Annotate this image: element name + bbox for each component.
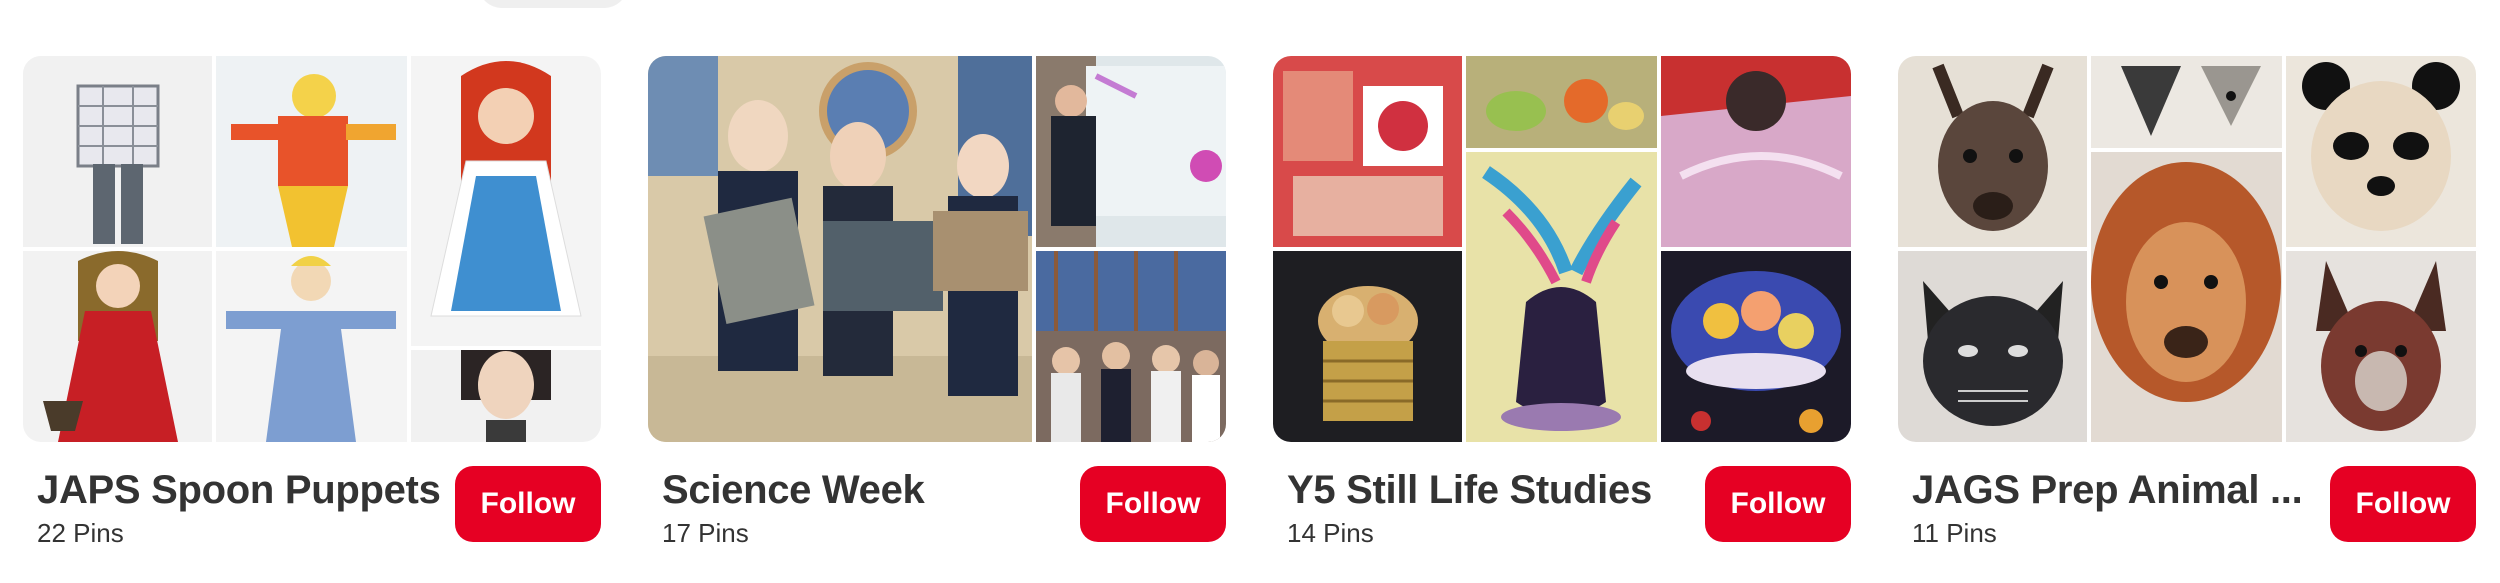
cover-image-students-photos [648,56,1032,442]
follow-button[interactable]: Follow [455,466,601,542]
follow-button[interactable]: Follow [1705,466,1851,542]
cover-image-pastel-cloth [1661,56,1851,247]
cover-image-pastel-bowl [1661,251,1851,442]
board-pin-count: 22 Pins [37,518,124,548]
board-pin-count: 11 Pins [1912,518,1997,548]
board-card-spoon-puppets[interactable]: JAPS Spoon Puppets 22 Pins Follow [23,56,601,552]
cover-image-puppet-red-coat [23,251,212,442]
board-title[interactable]: JAGS Prep Animal ... [1912,468,2303,513]
board-card-still-life[interactable]: Y5 Still Life Studies 14 Pins Follow [1273,56,1851,552]
cover-image-mask-lion [2091,152,2282,442]
follow-button[interactable]: Follow [2330,466,2476,542]
cover-image-puppet-orange [216,56,407,247]
board-pin-count: 17 Pins [662,518,749,548]
cover-image-puppet-blue-dress [411,56,601,346]
cover-image-mask-deer [1898,56,2087,247]
cover-image-mask-panda [2286,56,2476,247]
board-cover-grid[interactable] [648,56,1226,442]
cover-image-pastel-red-pattern [1273,56,1462,247]
board-cover-grid[interactable] [23,56,601,442]
board-cover-grid[interactable] [1898,56,2476,442]
cover-image-lab-group [1036,251,1226,442]
cover-image-puppet-face [411,350,601,442]
board-cover-grid[interactable] [1273,56,1851,442]
board-card-animal-masks[interactable]: JAGS Prep Animal ... 11 Pins Follow [1898,56,2476,552]
cover-image-pastel-fruit [1466,56,1657,148]
top-pill-button[interactable] [478,0,628,8]
cover-image-mask-fox [2286,251,2476,442]
cover-image-pastel-basket [1273,251,1462,442]
board-title[interactable]: JAPS Spoon Puppets [37,468,441,513]
board-title[interactable]: Science Week [662,468,925,513]
board-pin-count: 14 Pins [1287,518,1374,548]
cover-image-mask-cat [1898,251,2087,442]
board-title[interactable]: Y5 Still Life Studies [1287,468,1652,513]
cover-image-pastel-vase [1466,152,1657,442]
board-card-science-week[interactable]: Science Week 17 Pins Follow [648,56,1226,552]
cover-image-puppet-coat [23,56,212,247]
cover-image-lecture [1036,56,1226,247]
follow-button[interactable]: Follow [1080,466,1226,542]
cover-image-mask-wolf [2091,56,2282,148]
cover-image-puppet-blue-tunic [216,251,407,442]
